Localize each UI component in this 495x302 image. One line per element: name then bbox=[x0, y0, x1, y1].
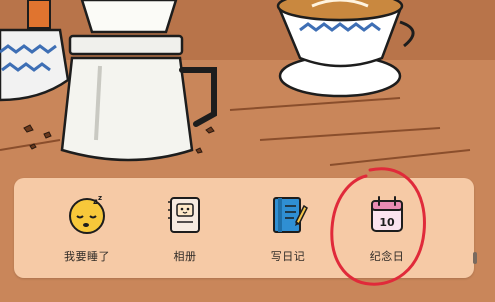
photo-album-icon bbox=[168, 197, 200, 233]
sleepy-face-icon: z z bbox=[69, 194, 105, 234]
annotation-circle bbox=[330, 167, 426, 286]
shortcut-diary[interactable]: 写日记 bbox=[242, 184, 334, 272]
shortcut-album-label: 相册 bbox=[173, 250, 197, 263]
diary-notebook-icon bbox=[273, 197, 308, 233]
tray-scroll-indicator bbox=[473, 252, 477, 264]
shortcut-sleep-label: 我要睡了 bbox=[64, 250, 110, 263]
shortcut-diary-label: 写日记 bbox=[270, 250, 306, 263]
shortcut-album[interactable]: 相册 bbox=[139, 184, 231, 272]
svg-text:z: z bbox=[98, 194, 102, 202]
shortcut-sleep[interactable]: z z 我要睡了 bbox=[41, 184, 133, 272]
